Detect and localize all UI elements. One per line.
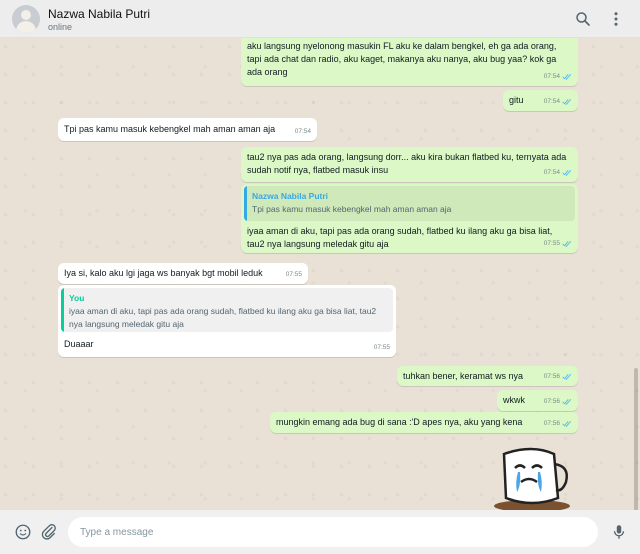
chat-header: Nazwa Nabila Putri online	[0, 0, 640, 38]
read-ticks-icon	[562, 399, 572, 405]
message-meta: 07:55	[374, 341, 390, 354]
read-ticks-icon	[562, 241, 572, 247]
contact-status: online	[48, 22, 73, 32]
message-meta: 07:55	[544, 237, 572, 250]
avatar-head-shape	[21, 10, 31, 20]
message-time: 07:54	[543, 73, 560, 80]
quote-text: iyaa aman di aku, tapi pas ada orang sud…	[69, 306, 377, 329]
read-ticks-icon	[562, 99, 572, 105]
chat-panel[interactable]: aku langsung nyelonong masukin FL aku ke…	[0, 38, 640, 510]
message-text: gitu	[509, 95, 524, 105]
message-meta: 07:54	[295, 125, 311, 138]
message-meta: 07:56	[544, 417, 572, 430]
message-meta: 07:54	[544, 166, 572, 179]
message-time: 07:56	[543, 373, 560, 380]
message-meta: 07:54	[544, 95, 572, 108]
message-time: 07:54	[543, 169, 560, 176]
kebab-menu-icon[interactable]	[607, 10, 625, 28]
contact-name[interactable]: Nazwa Nabila Putri	[48, 7, 150, 21]
message-time: 07:56	[543, 398, 560, 405]
message-time: 07:54	[543, 98, 560, 105]
quote-accent-bar	[244, 186, 247, 221]
emoji-icon[interactable]	[14, 523, 32, 541]
read-ticks-icon	[562, 170, 572, 176]
avatar[interactable]	[12, 5, 40, 33]
message-text: mungkin emang ada bug di sana :'D apes n…	[276, 417, 523, 427]
message-time: 07:55	[373, 344, 390, 351]
quote-accent-bar	[61, 288, 64, 332]
message-out[interactable]: aku langsung nyelonong masukin FL aku ke…	[241, 38, 578, 86]
message-out[interactable]: tau2 nya pas ada orang, langsung dorr...…	[241, 147, 578, 182]
message-text: Tpi pas kamu masuk kebengkel mah aman am…	[64, 124, 276, 134]
read-ticks-icon	[562, 74, 572, 80]
message-text: tau2 nya pas ada orang, langsung dorr...…	[247, 152, 567, 175]
message-meta: 07:54	[544, 70, 572, 83]
quote-author: Nazwa Nabila Putri	[252, 191, 329, 201]
message-time: 07:55	[543, 240, 560, 247]
message-meta: 07:56	[544, 395, 572, 408]
message-time: 07:54	[294, 128, 311, 135]
quoted-message[interactable]: Nazwa Nabila Putri Tpi pas kamu masuk ke…	[244, 186, 575, 221]
message-out[interactable]: gitu 07:54	[503, 90, 578, 111]
quote-text: Tpi pas kamu masuk kebengkel mah aman am…	[252, 204, 452, 214]
message-time: 07:55	[285, 271, 302, 278]
message-meta: 07:56	[544, 370, 572, 383]
message-in-reply[interactable]: You iyaa aman di aku, tapi pas ada orang…	[58, 285, 396, 357]
message-text: aku langsung nyelonong masukin FL aku ke…	[247, 41, 557, 77]
avatar-body-shape	[16, 21, 36, 33]
composer-bar	[0, 510, 640, 554]
chat-scrollbar[interactable]	[634, 368, 638, 510]
message-out[interactable]: mungkin emang ada bug di sana :'D apes n…	[270, 412, 578, 433]
message-text: iyaa aman di aku, tapi pas ada orang sud…	[247, 226, 553, 249]
message-text: Duaaar	[64, 339, 94, 349]
message-out-reply[interactable]: Nazwa Nabila Putri Tpi pas kamu masuk ke…	[241, 184, 578, 253]
message-in[interactable]: Iya si, kalo aku lgi jaga ws banyak bgt …	[58, 263, 308, 284]
message-out[interactable]: tuhkan bener, keramat ws nya 07:56	[397, 366, 578, 386]
message-meta: 07:55	[286, 268, 302, 281]
read-ticks-icon	[562, 421, 572, 427]
message-in[interactable]: Tpi pas kamu masuk kebengkel mah aman am…	[58, 118, 317, 141]
message-out[interactable]: wkwk 07:56	[497, 390, 578, 411]
crying-cup-sticker[interactable]	[488, 440, 576, 510]
quoted-message[interactable]: You iyaa aman di aku, tapi pas ada orang…	[61, 288, 393, 332]
paperclip-icon[interactable]	[40, 523, 58, 541]
message-text: Iya si, kalo aku lgi jaga ws banyak bgt …	[64, 268, 263, 278]
read-ticks-icon	[562, 374, 572, 380]
search-icon[interactable]	[574, 10, 592, 28]
message-input[interactable]	[68, 517, 598, 547]
message-text: tuhkan bener, keramat ws nya	[403, 371, 524, 381]
message-time: 07:56	[543, 420, 560, 427]
message-text: wkwk	[503, 395, 525, 405]
quote-author: You	[69, 293, 85, 303]
microphone-icon[interactable]	[610, 523, 628, 541]
